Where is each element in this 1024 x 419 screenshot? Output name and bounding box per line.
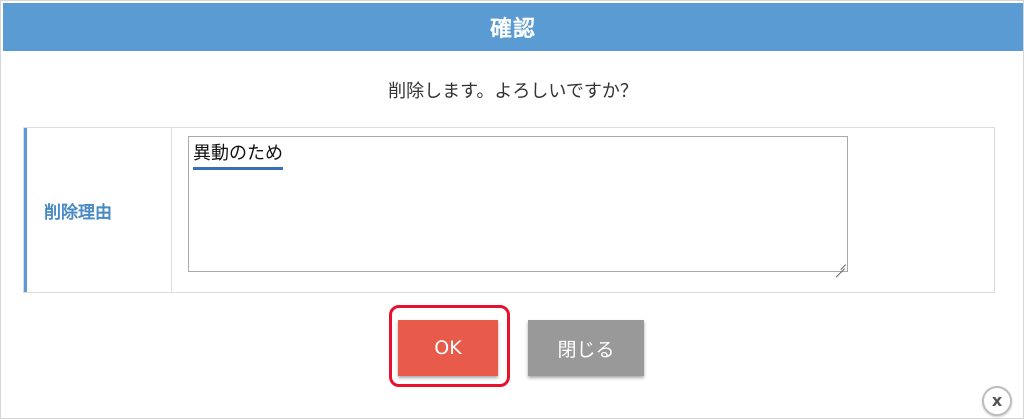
close-button[interactable]: 閉じる — [528, 320, 644, 376]
resize-grip-icon[interactable] — [835, 259, 845, 269]
reason-form-table: 削除理由 異動のため — [23, 127, 995, 293]
dialog-title: 確認 — [489, 17, 536, 42]
close-icon[interactable]: x — [982, 386, 1012, 416]
reason-textarea[interactable]: 異動のため — [188, 136, 848, 272]
reason-textarea-value: 異動のため — [193, 143, 283, 170]
dialog-titlebar: 確認 — [3, 3, 1023, 51]
close-icon-glyph: x — [991, 391, 1003, 410]
reason-value-cell: 異動のため — [172, 128, 994, 292]
reason-label: 削除理由 — [44, 202, 112, 223]
reason-label-cell: 削除理由 — [24, 128, 172, 292]
confirm-message: 削除します。よろしいですか？ — [388, 81, 638, 102]
confirm-dialog: 確認 削除します。よろしいですか？ 削除理由 異動のため OK 閉じる x — [0, 0, 1024, 419]
ok-button[interactable]: OK — [398, 320, 498, 376]
